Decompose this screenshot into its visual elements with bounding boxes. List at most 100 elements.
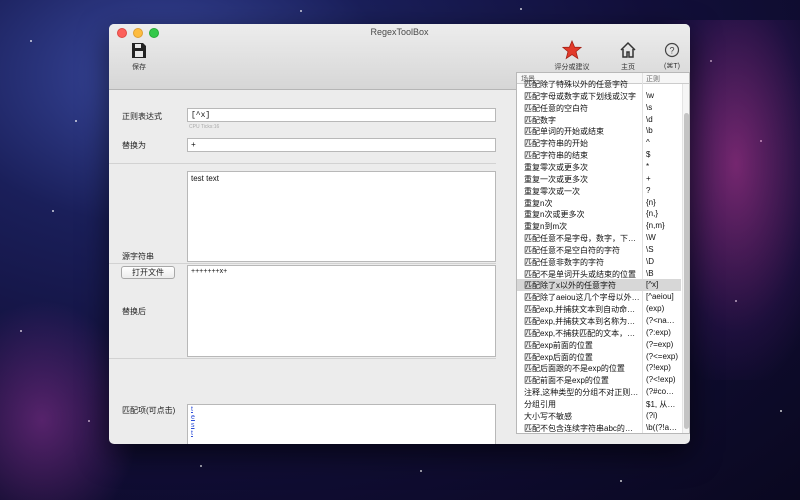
source-label: 源字符串 [122,252,154,261]
home-button[interactable]: 主页 [603,40,653,72]
row-scene: 重复n到m次 [524,222,568,232]
row-regex: (?:exp) [646,327,671,337]
result-label: 替换后 [122,307,146,316]
row-scene: 匹配字符串的结束 [524,151,588,161]
window-title: RegexToolBox [370,27,429,37]
divider [109,263,496,264]
table-row[interactable]: 匹配数字 \d [517,114,681,126]
row-scene: 匹配单词的开始或结束 [524,127,604,137]
row-scene: 匹配任意不是字母，数字，下… [524,234,636,244]
rate-label: 评分或建议 [554,64,590,71]
table-row[interactable]: 匹配exp,不捕获匹配的文本，… (?:exp) [517,327,681,339]
save-label: 保存 [132,64,146,71]
table-row[interactable]: 重复零次或更多次 * [517,161,681,173]
row-regex: (exp) [646,304,665,314]
table-row[interactable]: 匹配任意不是字母，数字，下… \W [517,232,681,244]
regex-input[interactable]: [^x] [187,108,496,122]
help-button[interactable]: ? (⌘T) [647,40,690,70]
table-row[interactable]: 分组引用 $1, 从… [517,398,681,410]
table-row[interactable]: 匹配字符串的结束 $ [517,149,681,161]
table-row[interactable]: 匹配除了特殊以外的任意字符 [517,78,681,90]
row-scene: 匹配除了x以外的任意字符 [524,281,616,291]
table-row[interactable]: 匹配不是单词开头或结束的位置 \B [517,268,681,280]
table-row[interactable]: 大小写不敏感 (?i) [517,410,681,422]
row-scene: 匹配除了aeiou这几个字母以外… [524,293,640,303]
table-row[interactable]: 匹配任意不是空白符的字符 \S [517,244,681,256]
help-icon: ? [664,40,680,60]
row-scene: 重复一次或更多次 [524,174,588,184]
row-regex: ^ [646,138,650,148]
row-scene: 重复零次或更多次 [524,162,588,172]
rate-or-suggest-button[interactable]: 评分或建议 [547,40,597,72]
row-scene: 匹配不是单词开头或结束的位置 [524,269,636,279]
table-row[interactable]: 匹配单词的开始或结束 \b [517,125,681,137]
row-scene: 匹配exp,并捕获文本到名称为… [524,317,636,326]
result-textarea[interactable]: +++++++x+ [187,265,496,357]
replace-input[interactable]: + [187,138,496,152]
svg-text:?: ? [669,46,674,56]
matches-list: t e s t t e t [187,404,496,444]
table-row[interactable]: 匹配不包含连续字符串abc的… \b((?!a… [517,422,681,433]
row-scene: 匹配后面跟的不是exp的位置 [524,364,625,374]
row-scene: 匹配任意不是空白符的字符 [524,245,620,255]
row-scene: 匹配任意的空白符 [524,103,588,113]
row-regex: [^x] [646,280,659,290]
row-regex: (?i) [646,410,658,420]
save-button[interactable]: 保存 [114,40,164,72]
table-row[interactable]: 匹配字符串的开始 ^ [517,137,681,149]
source-textarea[interactable]: test text [187,171,496,262]
row-scene: 匹配exp,并捕获文本到自动命… [524,305,636,315]
table-row[interactable]: 重复n次 {n} [517,197,681,209]
row-regex: \B [646,268,654,278]
table-row[interactable]: 匹配字母或数字或下划线或汉字 \w [517,90,681,102]
home-icon [619,40,637,60]
row-scene: 匹配除了特殊以外的任意字符 [524,80,628,89]
row-regex: (?<=exp) [646,351,679,361]
row-scene: 重复n次 [524,198,553,208]
table-row[interactable]: 匹配除了x以外的任意字符 [^x] [517,279,681,292]
table-row[interactable]: 匹配exp后面的位置 (?<=exp) [517,351,681,363]
table-row[interactable]: 匹配exp前面的位置 (?=exp) [517,339,681,351]
row-scene: 分组引用 [524,399,556,409]
replace-label: 替换为 [122,141,146,150]
row-scene: 匹配字母或数字或下划线或汉字 [524,91,636,101]
row-scene: 匹配任意非数字的字符 [524,257,604,267]
pattern-table: 场景 正则 匹配除了特殊以外的任意字符 匹配字母或数字或下划线或汉字 \w 匹配任意的… [516,72,690,434]
row-scene: 匹配exp前面的位置 [524,340,593,350]
matches-label: 匹配项(可点击) [122,406,176,415]
table-row[interactable]: 匹配exp,并捕获文本到自动命… (exp) [517,303,681,315]
row-regex: (?!exp) [646,363,671,373]
divider [109,163,496,164]
app-window: RegexToolBox 保存 评分或建议 主页 ? (⌘T) 正则表达式 [^… [109,24,690,444]
table-row[interactable]: 重复零次或一次? [517,185,681,197]
row-regex: ? [646,185,651,195]
table-row[interactable]: 重复一次或更多次 + [517,173,681,185]
match-link[interactable]: s [191,422,195,429]
row-regex: \D [646,256,654,266]
row-scene: 匹配数字 [524,115,556,125]
match-link[interactable]: e [191,414,195,421]
table-row[interactable]: 匹配除了aeiou这几个字母以外… [^aeiou] [517,291,681,303]
table-row[interactable]: 重复n次或更多次 {n,} [517,208,681,220]
table-row[interactable]: 注释,这种类型的分组不对正则… (?#co… [517,386,681,398]
table-row[interactable]: 匹配任意的空白符 \s [517,102,681,114]
star-icon [562,40,582,60]
scrollbar-thumb[interactable] [684,113,689,429]
row-regex: \W [646,233,656,243]
table-row[interactable]: 匹配后面跟的不是exp的位置 (?!exp) [517,362,681,374]
row-regex: \d [646,114,653,124]
row-scene: 重复n次或更多次 [524,210,585,220]
table-row[interactable]: 匹配任意非数字的字符 \D [517,256,681,268]
help-shortcut-label: (⌘T) [664,63,680,70]
match-link[interactable]: t [191,430,193,437]
match-link[interactable]: t [191,406,193,413]
row-scene: 重复零次或一次 [524,186,580,196]
editor-panel: 正则表达式 [^x] CPU Ticks:16 替换为 + 源字符串 打开文件 … [109,90,509,444]
table-row[interactable]: 匹配exp,并捕获文本到名称为… (?<na… [517,315,681,327]
open-file-button[interactable]: 打开文件 [121,266,175,279]
table-row[interactable]: 重复n到m次 {n,m} [517,220,681,232]
table-row[interactable]: 匹配前面不是exp的位置 (?<!exp) [517,374,681,386]
save-icon [130,40,148,60]
row-regex: \w [646,90,654,100]
row-regex: \S [646,244,654,254]
